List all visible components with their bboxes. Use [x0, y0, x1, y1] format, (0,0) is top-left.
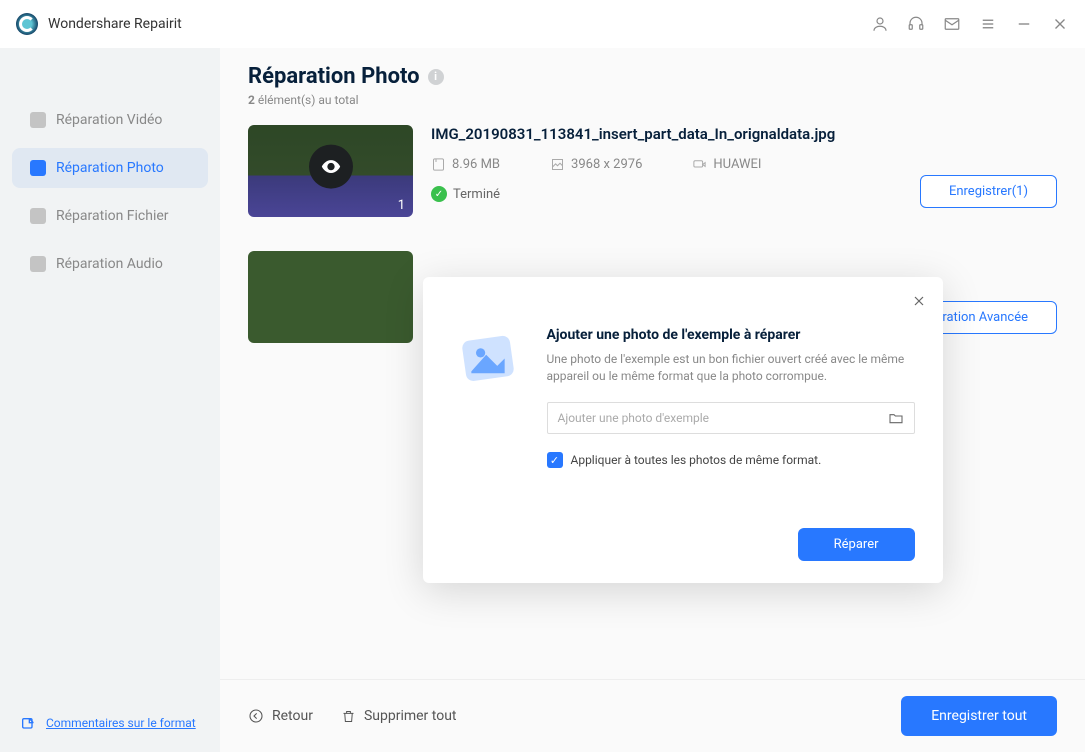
feedback-icon: [20, 716, 36, 732]
sidebar-item-label: Réparation Photo: [56, 160, 164, 176]
sidebar-item-label: Réparation Vidéo: [56, 112, 162, 128]
photo-item: 1 IMG_20190831_113841_insert_part_data_I…: [248, 125, 1057, 217]
sample-image-icon: [451, 327, 525, 401]
main-content: Réparation Photo i 2 élément(s) au total…: [220, 48, 1085, 752]
apply-all-checkbox[interactable]: ✓: [547, 452, 563, 468]
sample-photo-modal: Ajouter une photo de l'exemple à réparer…: [423, 277, 943, 584]
mail-icon[interactable]: [943, 15, 961, 33]
modal-title: Ajouter une photo de l'exemple à réparer: [547, 327, 915, 343]
file-device: HUAWEI: [692, 157, 761, 172]
app-logo: [16, 13, 38, 35]
sidebar-item-video[interactable]: Réparation Vidéo: [12, 100, 208, 140]
headset-icon[interactable]: [907, 15, 925, 33]
preview-icon: [309, 145, 353, 189]
page-title: Réparation Photo i: [248, 64, 1057, 89]
save-item-button[interactable]: Enregistrer(1): [920, 175, 1057, 208]
sample-file-input[interactable]: Ajouter une photo d'exemple: [547, 402, 915, 434]
sidebar-item-file[interactable]: Réparation Fichier: [12, 196, 208, 236]
delete-all-button[interactable]: Supprimer tout: [341, 708, 457, 724]
checkbox-label: Appliquer à toutes les photos de même fo…: [571, 453, 822, 467]
close-button[interactable]: [1051, 15, 1069, 33]
status-row: ✓ Terminé: [431, 186, 902, 202]
sidebar-item-label: Réparation Fichier: [56, 208, 169, 224]
minimize-button[interactable]: [1015, 15, 1033, 33]
thumbnail[interactable]: 1: [248, 125, 413, 217]
page-subtitle: 2 élément(s) au total: [248, 93, 1057, 107]
sidebar-item-audio[interactable]: Réparation Audio: [12, 244, 208, 284]
thumbnail[interactable]: [248, 251, 413, 343]
menu-icon[interactable]: [979, 15, 997, 33]
file-input-placeholder: Ajouter une photo d'exemple: [558, 411, 710, 425]
save-all-button[interactable]: Enregistrer tout: [901, 696, 1057, 736]
file-dimensions: 3968 x 2976: [550, 157, 642, 172]
audio-icon: [30, 256, 46, 272]
modal-description: Une photo de l'exemple est un bon fichie…: [547, 351, 915, 385]
photo-icon: [30, 160, 46, 176]
folder-icon: [888, 410, 904, 426]
title-bar: Wondershare Repairit: [0, 0, 1085, 48]
user-icon[interactable]: [871, 15, 889, 33]
sidebar-item-label: Réparation Audio: [56, 256, 163, 272]
file-icon: [30, 208, 46, 224]
modal-close-button[interactable]: [911, 293, 927, 309]
repair-button[interactable]: Réparer: [798, 528, 915, 561]
bottom-bar: Retour Supprimer tout Enregistrer tout: [220, 679, 1085, 752]
sidebar: Réparation Vidéo Réparation Photo Répara…: [0, 48, 220, 752]
file-size: 8.96 MB: [431, 157, 500, 172]
check-icon: ✓: [431, 186, 447, 202]
thumbnail-badge: 1: [398, 198, 405, 213]
file-name: IMG_20190831_113841_insert_part_data_In_…: [431, 125, 902, 143]
app-title: Wondershare Repairit: [48, 16, 182, 32]
feedback-link[interactable]: Commentaires sur le format: [46, 716, 196, 732]
back-button[interactable]: Retour: [248, 708, 313, 724]
info-icon[interactable]: i: [428, 69, 444, 85]
video-icon: [30, 112, 46, 128]
sidebar-item-photo[interactable]: Réparation Photo: [12, 148, 208, 188]
